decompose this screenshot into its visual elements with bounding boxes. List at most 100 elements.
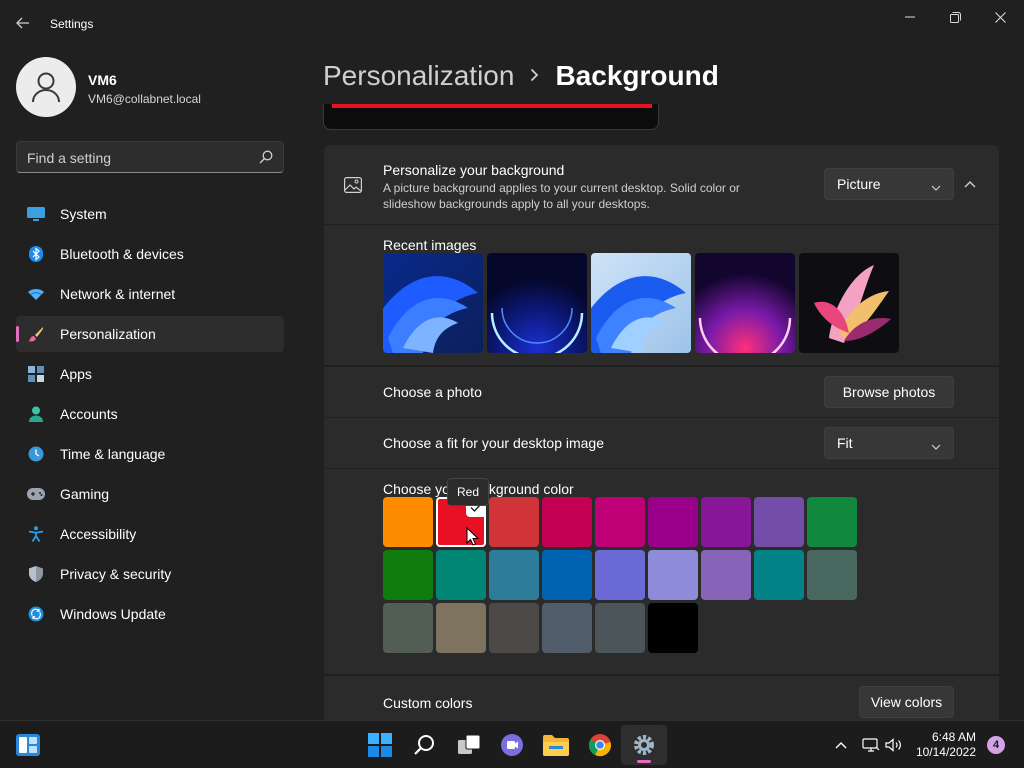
volume-icon[interactable]	[882, 731, 906, 759]
title-bar: Settings	[0, 0, 1024, 40]
background-color-section: Choose your background color	[324, 469, 999, 674]
chevron-right-icon	[530, 66, 539, 87]
clock-date: 10/14/2022	[915, 745, 976, 759]
search-placeholder: Find a setting	[27, 150, 112, 166]
color-swatch[interactable]	[489, 497, 539, 547]
background-type-value: Picture	[837, 176, 881, 192]
fit-value: Fit	[837, 435, 853, 451]
color-tooltip: Red	[447, 478, 490, 506]
chevron-down-icon	[931, 437, 941, 453]
recent-image-1[interactable]	[383, 253, 483, 353]
accounts-icon	[27, 406, 45, 422]
network-icon	[27, 286, 45, 302]
start-windows-icon[interactable]	[366, 731, 394, 759]
color-swatch[interactable]	[383, 550, 433, 600]
sidebar-item-time-language[interactable]: Time & language	[16, 436, 284, 472]
system-clock[interactable]: 6:48 AM 10/14/2022	[916, 730, 976, 760]
color-swatch[interactable]	[595, 497, 645, 547]
personalize-background-card[interactable]: Personalize your background A picture ba…	[324, 145, 999, 224]
network-status-icon[interactable]	[859, 731, 883, 759]
notification-badge[interactable]: 4	[987, 736, 1005, 754]
back-arrow-icon[interactable]	[12, 12, 34, 34]
user-email: VM6@collabnet.local	[88, 92, 201, 106]
breadcrumb-parent[interactable]: Personalization	[323, 60, 514, 92]
sidebar-item-accessibility[interactable]: Accessibility	[16, 516, 284, 552]
sidebar-item-windows-update[interactable]: Windows Update	[16, 596, 284, 632]
chevron-down-icon	[931, 178, 941, 194]
color-swatch[interactable]	[701, 550, 751, 600]
recent-image-4[interactable]	[695, 253, 795, 353]
image-icon	[344, 177, 362, 196]
restore-icon[interactable]	[937, 6, 973, 28]
color-swatch[interactable]	[648, 550, 698, 600]
color-swatch[interactable]	[701, 497, 751, 547]
page-title: Background	[555, 60, 719, 91]
custom-colors-row: Custom colors View colors	[324, 676, 999, 720]
sidebar-item-apps[interactable]: Apps	[16, 356, 284, 392]
clock-time: 6:48 AM	[931, 730, 976, 744]
sidebar-item-privacy-security[interactable]: Privacy & security	[16, 556, 284, 592]
settings-gear-icon[interactable]	[630, 731, 658, 759]
color-swatch[interactable]	[489, 603, 539, 653]
chevron-up-icon[interactable]	[830, 731, 852, 759]
sidebar-nav: System Bluetooth & devices Network & int…	[16, 196, 284, 636]
task-view-icon[interactable]	[455, 731, 483, 759]
custom-colors-label: Custom colors	[383, 695, 473, 711]
color-swatch[interactable]	[807, 550, 857, 600]
browse-photos-button[interactable]: Browse photos	[824, 376, 954, 408]
color-swatch[interactable]	[754, 550, 804, 600]
search-input[interactable]: Find a setting	[16, 141, 284, 173]
recent-image-5[interactable]	[799, 253, 899, 353]
color-swatch[interactable]	[595, 550, 645, 600]
color-swatch[interactable]	[595, 603, 645, 653]
apps-icon	[27, 366, 45, 382]
time-icon	[27, 446, 45, 462]
color-swatch[interactable]	[383, 603, 433, 653]
breadcrumb: Personalization Background	[323, 58, 719, 94]
user-name: VM6	[88, 72, 117, 88]
window-title: Settings	[50, 17, 94, 31]
gaming-icon	[27, 486, 45, 502]
taskbar-search-icon[interactable]	[411, 731, 439, 759]
chevron-up-icon[interactable]	[964, 175, 976, 191]
color-swatch[interactable]	[648, 497, 698, 547]
fit-dropdown[interactable]: Fit	[824, 427, 954, 459]
file-explorer-icon[interactable]	[542, 731, 570, 759]
search-icon[interactable]	[259, 150, 273, 167]
sidebar-item-gaming[interactable]: Gaming	[16, 476, 284, 512]
teams-chat-icon[interactable]	[498, 731, 526, 759]
person-icon	[32, 72, 60, 103]
bluetooth-icon	[27, 246, 45, 262]
color-swatch[interactable]	[754, 497, 804, 547]
background-type-dropdown[interactable]: Picture	[824, 168, 954, 200]
recent-images-section: Recent images	[324, 225, 999, 365]
color-swatch[interactable]	[436, 603, 486, 653]
color-swatch[interactable]	[542, 497, 592, 547]
choose-fit-row: Choose a fit for your desktop image Fit	[324, 418, 999, 468]
widgets-icon[interactable]	[14, 731, 42, 759]
color-swatch[interactable]	[648, 603, 698, 653]
sidebar-item-personalization[interactable]: Personalization	[16, 316, 284, 352]
color-swatch[interactable]	[542, 603, 592, 653]
sidebar-item-accounts[interactable]: Accounts	[16, 396, 284, 432]
recent-images-label: Recent images	[383, 237, 477, 253]
color-swatch[interactable]	[436, 550, 486, 600]
shield-icon	[27, 566, 45, 582]
color-swatch[interactable]	[489, 550, 539, 600]
personalize-background-title: Personalize your background	[383, 162, 565, 178]
close-icon[interactable]	[982, 6, 1018, 28]
preview-taskbar-accent	[332, 104, 652, 108]
color-swatch[interactable]	[807, 497, 857, 547]
color-swatch[interactable]	[542, 550, 592, 600]
view-colors-button[interactable]: View colors	[859, 686, 954, 718]
chrome-icon[interactable]	[586, 731, 614, 759]
recent-image-2[interactable]	[487, 253, 587, 353]
accessibility-icon	[27, 526, 45, 542]
sidebar-item-system[interactable]: System	[16, 196, 284, 232]
color-swatch[interactable]	[383, 497, 433, 547]
minimize-icon[interactable]	[892, 6, 928, 28]
mouse-cursor-icon	[466, 526, 480, 549]
sidebar-item-network[interactable]: Network & internet	[16, 276, 284, 312]
recent-image-3[interactable]	[591, 253, 691, 353]
sidebar-item-bluetooth[interactable]: Bluetooth & devices	[16, 236, 284, 272]
